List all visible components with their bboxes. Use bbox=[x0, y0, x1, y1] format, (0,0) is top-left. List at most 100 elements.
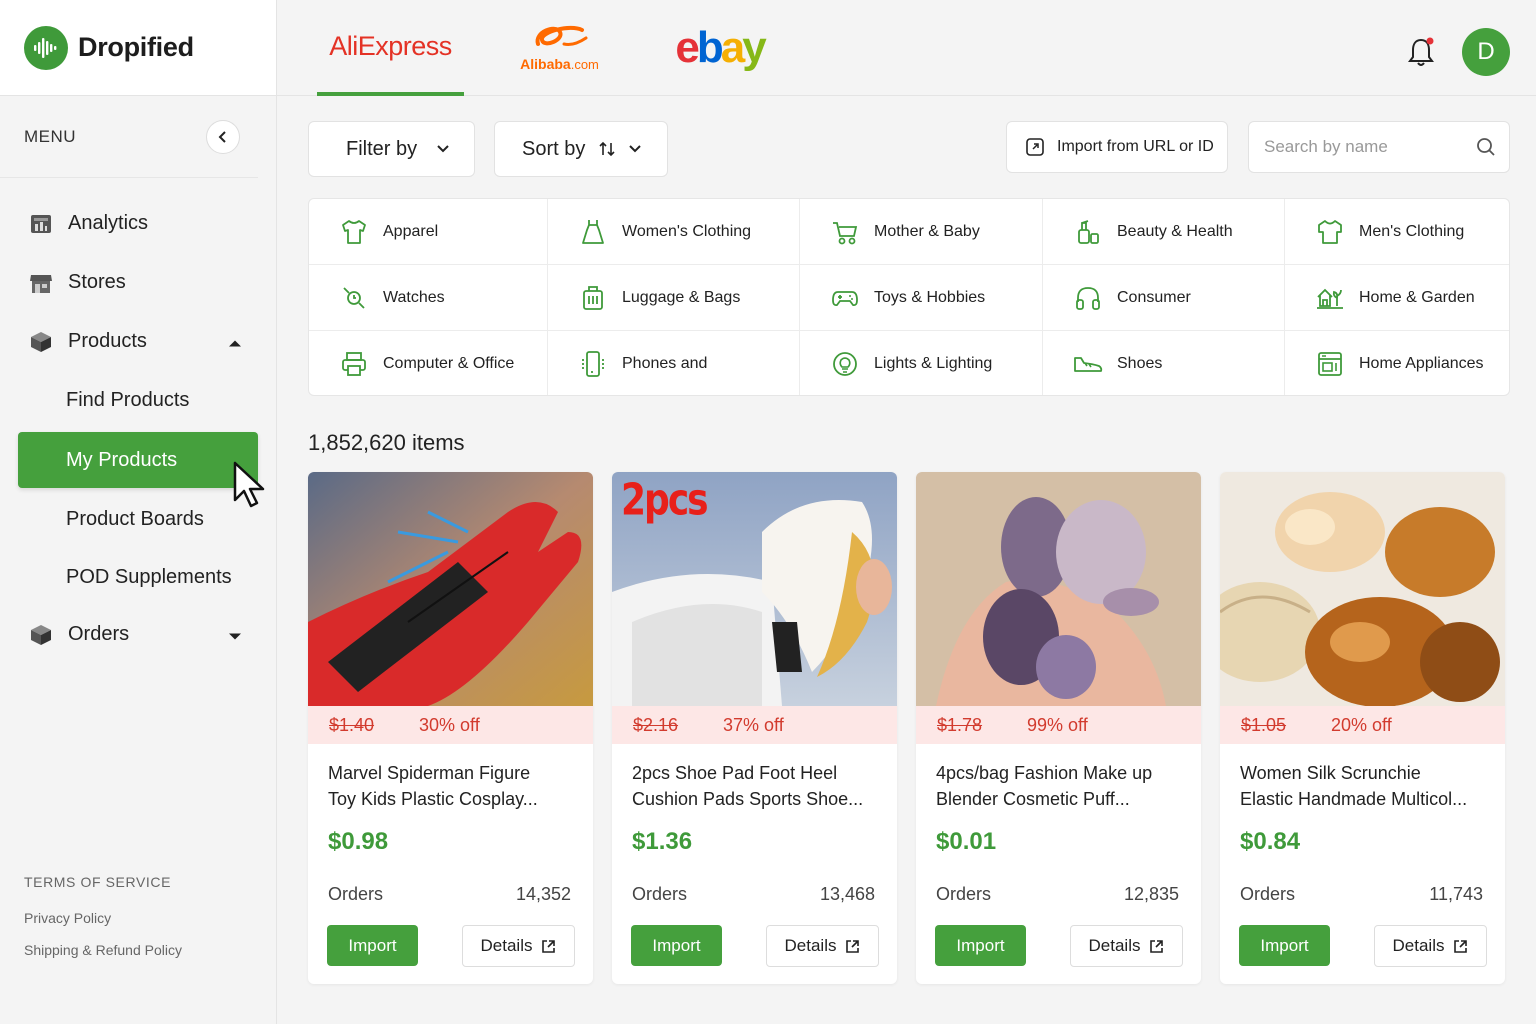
category-label: Luggage & Bags bbox=[622, 288, 741, 306]
discount-bar: $1.05 20% off bbox=[1220, 706, 1505, 744]
collapse-sidebar-button[interactable] bbox=[206, 119, 240, 154]
search-icon[interactable] bbox=[1476, 137, 1496, 157]
discount-percent: 30% off bbox=[419, 714, 480, 735]
orders-row: Orders 13,468 bbox=[632, 884, 875, 905]
product-title-line: Cushion Pads Sports Shoe... bbox=[632, 789, 864, 809]
orders-count: 13,468 bbox=[819, 884, 875, 904]
discount-percent: 37% off bbox=[723, 714, 784, 735]
category-label: Beauty & Health bbox=[1117, 222, 1233, 240]
category-toys-hobbies[interactable]: Toys & Hobbies bbox=[800, 265, 1043, 331]
alibaba-logo-suffix: .com bbox=[570, 57, 599, 72]
dress-icon bbox=[578, 217, 608, 247]
category-womens-clothing[interactable]: Women's Clothing bbox=[548, 199, 800, 265]
privacy-link[interactable]: Privacy Policy bbox=[24, 910, 182, 926]
sidebar-item-products[interactable]: Products bbox=[0, 312, 276, 371]
brand[interactable]: Dropified bbox=[0, 0, 276, 96]
tab-ebay[interactable]: ebay bbox=[662, 0, 777, 96]
search-input[interactable] bbox=[1264, 137, 1464, 157]
product-card[interactable]: 2pcs $2.16 37% off 2pcs Shoe Pad Foot Hee… bbox=[612, 472, 897, 984]
details-label: Details bbox=[480, 936, 533, 955]
image-overlay-text: 2pcs bbox=[621, 476, 709, 526]
appliance-icon bbox=[1315, 349, 1345, 379]
product-title[interactable]: 2pcs Shoe Pad Foot Heel Cushion Pads Spor… bbox=[612, 744, 897, 816]
sidebar-subitem-my-products[interactable]: My Products bbox=[18, 432, 258, 488]
product-image[interactable]: 2pcs bbox=[612, 472, 897, 706]
alibaba-logo-text: Alibaba bbox=[520, 56, 571, 72]
product-card[interactable]: $1.78 99% off 4pcs/bag Fashion Make up Ble… bbox=[916, 472, 1201, 984]
import-button[interactable]: Import bbox=[631, 925, 722, 966]
filter-dropdown[interactable]: Filter by bbox=[308, 121, 475, 177]
category-label: Lights & Lighting bbox=[874, 354, 993, 372]
sort-label: Sort by bbox=[522, 137, 586, 160]
category-watches[interactable]: Watches bbox=[309, 265, 548, 331]
category-lights-lighting[interactable]: Lights & Lighting bbox=[800, 331, 1043, 395]
tshirt-icon bbox=[1315, 217, 1345, 247]
category-consumer[interactable]: Consumer bbox=[1043, 265, 1285, 331]
category-label: Home Appliances bbox=[1359, 354, 1484, 372]
product-title[interactable]: Women Silk Scrunchie Elastic Handmade Mul… bbox=[1220, 744, 1505, 816]
import-icon bbox=[1026, 138, 1044, 156]
cosmetics-icon bbox=[1073, 217, 1103, 247]
category-computer-office[interactable]: Computer & Office bbox=[309, 331, 548, 395]
avatar[interactable]: D bbox=[1462, 28, 1510, 76]
store-icon bbox=[28, 270, 54, 296]
tab-alibaba[interactable]: Alibaba.com bbox=[502, 0, 617, 96]
details-button[interactable]: Details bbox=[1070, 925, 1183, 967]
import-button[interactable]: Import bbox=[935, 925, 1026, 966]
category-label: Toys & Hobbies bbox=[874, 288, 986, 306]
discount-percent: 99% off bbox=[1027, 714, 1088, 735]
orders-label: Orders bbox=[936, 884, 992, 904]
product-price: $0.98 bbox=[328, 828, 389, 855]
category-home-garden[interactable]: Home & Garden bbox=[1285, 265, 1509, 331]
tab-aliexpress[interactable]: AliExpress bbox=[317, 0, 464, 96]
caret-up-icon bbox=[228, 330, 242, 353]
terms-link[interactable]: TERMS OF SERVICE bbox=[24, 874, 182, 890]
product-price: $0.01 bbox=[936, 828, 997, 855]
product-title-line: Marvel Spiderman Figure bbox=[328, 763, 531, 783]
product-image[interactable] bbox=[308, 472, 593, 706]
category-beauty-health[interactable]: Beauty & Health bbox=[1043, 199, 1285, 265]
product-title-line: Women Silk Scrunchie bbox=[1240, 763, 1421, 783]
sidebar-subitem-pod-supplements[interactable]: POD Supplements bbox=[0, 549, 276, 605]
search-field[interactable] bbox=[1248, 121, 1510, 173]
product-title[interactable]: Marvel Spiderman Figure Toy Kids Plastic … bbox=[308, 744, 593, 816]
category-luggage-bags[interactable]: Luggage & Bags bbox=[548, 265, 800, 331]
external-link-icon bbox=[542, 939, 556, 953]
box-icon bbox=[28, 329, 54, 355]
sidebar-item-orders[interactable]: Orders bbox=[0, 605, 276, 664]
import-from-url-button[interactable]: Import from URL or ID bbox=[1006, 121, 1228, 173]
category-shoes[interactable]: Shoes bbox=[1043, 331, 1285, 395]
sidebar-subitem-find-products[interactable]: Find Products bbox=[0, 371, 276, 430]
category-home-appliances[interactable]: Home Appliances bbox=[1285, 331, 1509, 395]
external-link-icon bbox=[1454, 939, 1468, 953]
orders-count: 14,352 bbox=[515, 884, 571, 904]
category-mother-baby[interactable]: Mother & Baby bbox=[800, 199, 1043, 265]
details-label: Details bbox=[1088, 936, 1141, 955]
orders-label: Orders bbox=[328, 884, 384, 904]
category-apparel[interactable]: Apparel bbox=[309, 199, 548, 265]
details-button[interactable]: Details bbox=[1374, 925, 1487, 967]
shipping-link[interactable]: Shipping & Refund Policy bbox=[24, 942, 182, 958]
chevron-down-icon bbox=[437, 145, 449, 153]
import-button[interactable]: Import bbox=[1239, 925, 1330, 966]
category-phones[interactable]: Phones and bbox=[548, 331, 800, 395]
category-mens-clothing[interactable]: Men's Clothing bbox=[1285, 199, 1509, 265]
details-button[interactable]: Details bbox=[462, 925, 575, 967]
printer-icon bbox=[339, 349, 369, 379]
sidebar-item-analytics[interactable]: Analytics bbox=[0, 194, 276, 253]
sort-dropdown[interactable]: Sort by bbox=[494, 121, 668, 177]
sidebar-item-stores[interactable]: Stores bbox=[0, 253, 276, 312]
discount-percent: 20% off bbox=[1331, 714, 1392, 735]
notifications-button[interactable] bbox=[1406, 36, 1436, 73]
filter-label: Filter by bbox=[346, 137, 418, 160]
product-card[interactable]: $1.40 30% off Marvel Spiderman Figure Toy … bbox=[308, 472, 593, 984]
product-image[interactable] bbox=[916, 472, 1201, 706]
product-title[interactable]: 4pcs/bag Fashion Make up Blender Cosmetic… bbox=[916, 744, 1201, 816]
import-button[interactable]: Import bbox=[327, 925, 418, 966]
details-button[interactable]: Details bbox=[766, 925, 879, 967]
product-image[interactable] bbox=[1220, 472, 1505, 706]
mouse-cursor-icon bbox=[232, 460, 270, 515]
shirt-icon bbox=[339, 217, 369, 247]
product-card[interactable]: $1.05 20% off Women Silk Scrunchie Elastic… bbox=[1220, 472, 1505, 984]
category-label: Consumer bbox=[1117, 288, 1191, 306]
